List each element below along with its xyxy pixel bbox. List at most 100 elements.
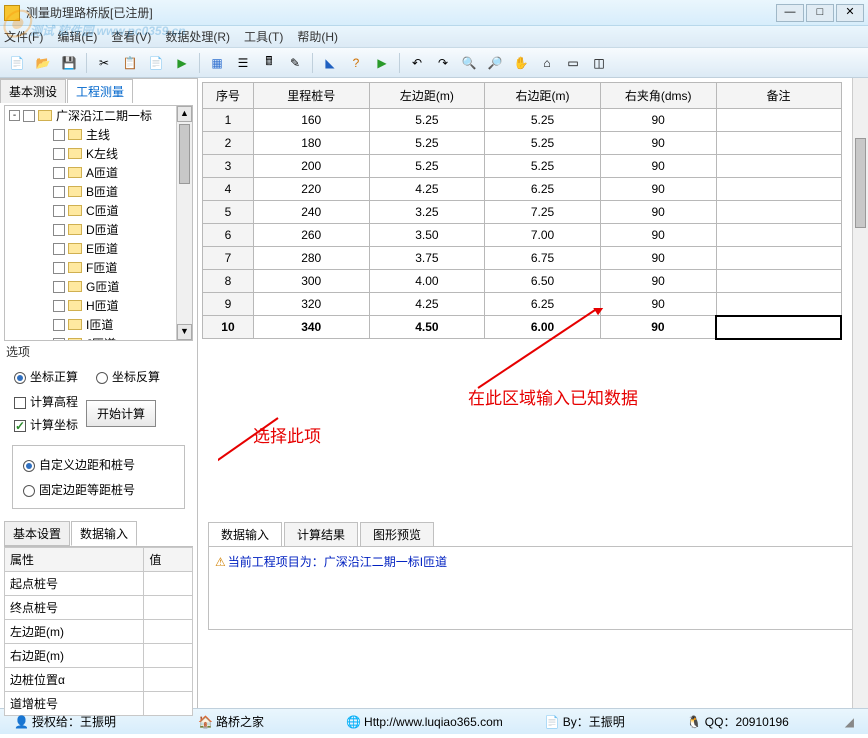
cell[interactable] — [716, 155, 841, 178]
tree-item[interactable]: J匝道 — [5, 334, 192, 341]
tree-item[interactable]: B匝道 — [5, 182, 192, 201]
cell[interactable]: 5.25 — [485, 155, 601, 178]
close-button[interactable]: ✕ — [836, 4, 864, 22]
cell[interactable] — [716, 109, 841, 132]
start-calc-button[interactable]: 开始计算 — [86, 400, 156, 427]
tab-data-input-left[interactable]: 数据输入 — [71, 521, 137, 546]
cell[interactable]: 90 — [600, 270, 716, 293]
play-icon[interactable]: ▶ — [171, 52, 193, 74]
right-scrollbar[interactable] — [852, 78, 868, 708]
radio-coord-back[interactable]: 坐标反算 — [96, 368, 160, 385]
run-icon[interactable]: ▶ — [371, 52, 393, 74]
cell[interactable]: 7.25 — [485, 201, 601, 224]
cell[interactable]: 5.25 — [369, 109, 485, 132]
tree-item[interactable]: F匝道 — [5, 258, 192, 277]
cell[interactable] — [716, 293, 841, 316]
cell[interactable] — [716, 316, 841, 339]
cell[interactable]: 240 — [253, 201, 369, 224]
cell[interactable]: 180 — [253, 132, 369, 155]
cell[interactable] — [716, 224, 841, 247]
tree-item[interactable]: E匝道 — [5, 239, 192, 258]
cell[interactable]: 90 — [600, 201, 716, 224]
cut-icon[interactable]: ✂ — [93, 52, 115, 74]
cell[interactable]: 340 — [253, 316, 369, 339]
radio-coord-forward[interactable]: 坐标正算 — [14, 368, 78, 385]
tree-item[interactable]: G匝道 — [5, 277, 192, 296]
extra2-icon[interactable]: ◫ — [588, 52, 610, 74]
help-icon[interactable]: ? — [345, 52, 367, 74]
cell[interactable]: 6.00 — [485, 316, 601, 339]
prop-value[interactable] — [144, 572, 193, 596]
cell[interactable]: 5.25 — [485, 109, 601, 132]
cell[interactable]: 90 — [600, 224, 716, 247]
prop-value[interactable] — [144, 668, 193, 692]
table-row[interactable]: 52403.257.2590 — [203, 201, 842, 224]
tab-basic-survey[interactable]: 基本测设 — [0, 79, 66, 103]
tab-result-data[interactable]: 数据输入 — [208, 522, 282, 546]
cell[interactable]: 200 — [253, 155, 369, 178]
cell[interactable]: 6.25 — [485, 178, 601, 201]
grid-icon[interactable]: ▦ — [206, 52, 228, 74]
cell[interactable] — [716, 201, 841, 224]
cell[interactable]: 7.00 — [485, 224, 601, 247]
table-row[interactable]: 32005.255.2590 — [203, 155, 842, 178]
menu-edit[interactable]: 编辑(E) — [57, 28, 97, 45]
cell[interactable]: 6.75 — [485, 247, 601, 270]
cell[interactable]: 280 — [253, 247, 369, 270]
cell[interactable]: 4.25 — [369, 293, 485, 316]
cell[interactable] — [716, 132, 841, 155]
save-icon[interactable]: 💾 — [58, 52, 80, 74]
table-row[interactable]: 62603.507.0090 — [203, 224, 842, 247]
resize-grip-icon[interactable]: ◢ — [845, 715, 854, 729]
calc-icon[interactable]: 🖩 — [258, 52, 280, 74]
property-grid[interactable]: 属性值 起点桩号终点桩号左边距(m)右边距(m)边桩位置α道增桩号 — [4, 546, 193, 716]
qq-text[interactable]: QQ：20910196 — [705, 713, 789, 730]
cell[interactable]: 90 — [600, 155, 716, 178]
table-row[interactable]: 93204.256.2590 — [203, 293, 842, 316]
cell[interactable]: 90 — [600, 178, 716, 201]
prop-value[interactable] — [144, 596, 193, 620]
tree-item[interactable]: A匝道 — [5, 163, 192, 182]
copy-icon[interactable]: 📋 — [119, 52, 141, 74]
cell[interactable] — [716, 178, 841, 201]
cell[interactable]: 3.25 — [369, 201, 485, 224]
table-row[interactable]: 21805.255.2590 — [203, 132, 842, 155]
tab-result-graph[interactable]: 图形预览 — [360, 522, 434, 546]
cell[interactable]: 4.50 — [369, 316, 485, 339]
tab-engineering-survey[interactable]: 工程测量 — [67, 79, 133, 103]
url-text[interactable]: Http://www.luqiao365.com — [364, 715, 503, 729]
cell[interactable]: 5.25 — [369, 155, 485, 178]
zoom-out-icon[interactable]: 🔎 — [484, 52, 506, 74]
cell[interactable]: 220 — [253, 178, 369, 201]
cell[interactable]: 4.00 — [369, 270, 485, 293]
tree-item[interactable]: -广深沿江二期一标 — [5, 106, 192, 125]
undo-icon[interactable]: ↶ — [406, 52, 428, 74]
check-calc-height[interactable]: 计算高程 — [14, 393, 78, 410]
tab-result-calc[interactable]: 计算结果 — [284, 522, 358, 546]
open-icon[interactable]: 📂 — [32, 52, 54, 74]
table-row[interactable]: 72803.756.7590 — [203, 247, 842, 270]
table-row[interactable]: 103404.506.0090 — [203, 316, 842, 339]
cell[interactable]: 90 — [600, 316, 716, 339]
cell[interactable]: 320 — [253, 293, 369, 316]
menu-data[interactable]: 数据处理(R) — [165, 28, 230, 45]
pointer-icon[interactable]: ◣ — [319, 52, 341, 74]
cell[interactable]: 90 — [600, 109, 716, 132]
cell[interactable]: 6.50 — [485, 270, 601, 293]
table-row[interactable]: 42204.256.2590 — [203, 178, 842, 201]
prop-value[interactable] — [144, 644, 193, 668]
tree-item[interactable]: D匝道 — [5, 220, 192, 239]
tree-item[interactable]: K左线 — [5, 144, 192, 163]
cell[interactable]: 3.50 — [369, 224, 485, 247]
cell[interactable]: 90 — [600, 247, 716, 270]
cell[interactable] — [716, 247, 841, 270]
redo-icon[interactable]: ↷ — [432, 52, 454, 74]
prop-value[interactable] — [144, 692, 193, 716]
minimize-button[interactable]: — — [776, 4, 804, 22]
tree-item[interactable]: 主线 — [5, 125, 192, 144]
home-text[interactable]: 路桥之家 — [216, 713, 264, 730]
tab-basic-settings[interactable]: 基本设置 — [4, 521, 70, 546]
new-icon[interactable]: 📄 — [6, 52, 28, 74]
extra1-icon[interactable]: ▭ — [562, 52, 584, 74]
zoom-in-icon[interactable]: 🔍 — [458, 52, 480, 74]
